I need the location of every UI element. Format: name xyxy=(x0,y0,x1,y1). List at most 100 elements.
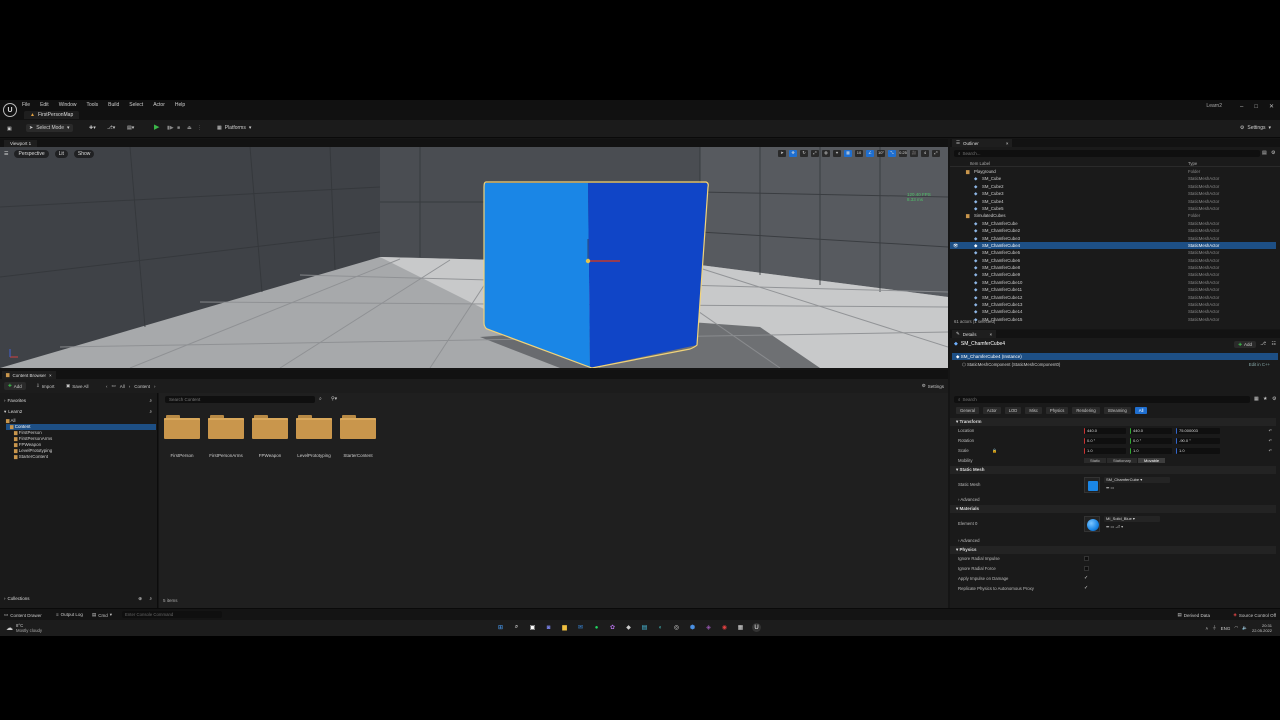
menu-file[interactable]: File xyxy=(22,102,30,108)
back-icon[interactable]: ‹ xyxy=(106,384,108,389)
weather-widget[interactable]: ☁ 8°C Mostly cloudy xyxy=(6,623,42,633)
folder-tile-levelprototyping[interactable]: LevelPrototyping xyxy=(295,413,333,473)
path-content[interactable]: Content xyxy=(134,384,150,389)
search-icon[interactable]: ⌕ xyxy=(319,396,322,402)
filter-icon[interactable]: ⚲▾ xyxy=(331,396,337,402)
search-icon[interactable]: ⌕ xyxy=(149,409,152,414)
outliner-row[interactable]: ◆ SM_Cube4 StaticMeshActor xyxy=(950,198,1276,205)
filter-icon[interactable]: ▤ xyxy=(1262,150,1267,156)
outliner-search-input[interactable]: ⌕ Search... xyxy=(954,150,1260,157)
outliner-row[interactable]: ▆ SimulatedCubes Folder xyxy=(950,212,1276,219)
show-button[interactable]: Show xyxy=(73,150,95,158)
details-search-input[interactable]: ⌕ Search xyxy=(954,396,1250,403)
app-icon[interactable]: ◎ xyxy=(672,623,681,632)
close-icon[interactable]: × xyxy=(1006,141,1009,146)
outliner-tab[interactable]: ☰ Outliner × xyxy=(952,139,1013,147)
spotify-icon[interactable]: ● xyxy=(592,623,601,632)
column-type-header[interactable]: Type xyxy=(1188,161,1197,166)
outliner-row[interactable]: ◆ SM_ChamferCube4 StaticMeshActor 👁 xyxy=(950,241,1276,250)
clock[interactable]: 20:31 22.05.2022 xyxy=(1252,623,1272,633)
scale-z-input[interactable]: 1.0 xyxy=(1176,448,1220,454)
rotation-value[interactable]: 10° xyxy=(877,150,885,157)
folder-tile-fpweapon[interactable]: FPWeapon xyxy=(251,413,289,473)
usb-icon[interactable]: ⏚ xyxy=(1212,625,1217,631)
menu-window[interactable]: Window xyxy=(59,102,77,108)
transform-section[interactable]: ▾ Transform xyxy=(950,418,1276,426)
component-root[interactable]: ◆ SM_ChamferCube4 (Instance) xyxy=(952,353,1278,360)
scale-snap-icon[interactable]: ⤡ xyxy=(888,150,896,157)
minimize-icon[interactable]: – xyxy=(1240,104,1243,110)
app-icon[interactable]: ◐ xyxy=(656,623,665,632)
filter-tab-all[interactable]: All xyxy=(1134,407,1148,414)
outliner-row[interactable]: ◆ SM_Cube2 StaticMeshActor xyxy=(950,183,1276,190)
checkbox[interactable] xyxy=(1084,556,1089,561)
material-picker[interactable]: MI_Solid_Blue ▾ xyxy=(1104,516,1160,522)
add-button[interactable]: ✚ Add xyxy=(4,382,26,390)
wifi-icon[interactable]: ◠ xyxy=(1234,625,1238,631)
outliner-row[interactable]: ◆ SM_Cube StaticMeshActor xyxy=(950,175,1276,182)
source-control-button[interactable]: ◈ Source Control Off xyxy=(1233,612,1276,618)
outliner-row[interactable]: ◆ SM_ChamferCube5 StaticMeshActor xyxy=(950,249,1276,256)
outliner-row[interactable]: ◆ SM_ChamferCube10 StaticMeshActor xyxy=(950,279,1276,286)
mesh-thumbnail[interactable] xyxy=(1084,477,1100,493)
windows-start-icon[interactable]: ⊞ xyxy=(496,623,505,632)
column-label-header[interactable]: Item Label xyxy=(970,161,990,166)
outliner-row[interactable]: ◆ SM_ChamferCube15 StaticMeshActor xyxy=(950,316,1276,323)
rotation-label[interactable]: Rotation xyxy=(958,438,974,443)
mail-icon[interactable]: ✉ xyxy=(576,623,585,632)
rotation-z-input[interactable]: -90.0 ° xyxy=(1176,438,1220,444)
app-icon[interactable]: ◆ xyxy=(624,623,633,632)
menu-tools[interactable]: Tools xyxy=(86,102,98,108)
filter-tab-rendering[interactable]: Rendering xyxy=(1072,407,1100,414)
location-label[interactable]: Location xyxy=(958,428,974,433)
filter-tab-lod[interactable]: LOD xyxy=(1004,407,1022,414)
filter-tab-streaming[interactable]: Streaming xyxy=(1103,407,1131,414)
reset-icon[interactable]: ↶ xyxy=(1269,428,1272,433)
location-z-input[interactable]: 75.000003 xyxy=(1176,428,1220,434)
outliner-row[interactable]: ◆ SM_Cube3 StaticMeshActor xyxy=(950,190,1276,197)
folder-tile-firstpersonarms[interactable]: FirstPersonArms xyxy=(207,413,245,473)
menu-actor[interactable]: Actor xyxy=(153,102,165,108)
folder-tile-firstperson[interactable]: FirstPerson xyxy=(163,413,201,473)
close-icon[interactable]: × xyxy=(49,373,52,378)
grid-value[interactable]: 10 xyxy=(855,150,863,157)
filter-tab-physics[interactable]: Physics xyxy=(1045,407,1069,414)
content-settings-button[interactable]: ⚙ Settings xyxy=(922,383,944,389)
search-icon[interactable]: ⌕ xyxy=(512,623,521,632)
static-mesh-picker[interactable]: SM_ChamferCube ▾ xyxy=(1104,477,1170,483)
menu-build[interactable]: Build xyxy=(108,102,119,108)
volume-icon[interactable]: 🔈 xyxy=(1242,625,1248,631)
list-icon[interactable]: ☷ xyxy=(1272,341,1276,347)
outliner-row[interactable]: ◆ SM_ChamferCube14 StaticMeshActor xyxy=(950,308,1276,315)
outliner-row[interactable]: ◆ SM_ChamferCube11 StaticMeshActor xyxy=(950,286,1276,293)
app-icon[interactable]: ◈ xyxy=(704,623,713,632)
app-icon[interactable]: ⬢ xyxy=(688,623,697,632)
file-explorer-icon[interactable]: ▆ xyxy=(560,623,569,632)
close-icon[interactable]: ✕ xyxy=(1269,103,1274,110)
menu-help[interactable]: Help xyxy=(175,102,185,108)
grid-snap-icon[interactable]: ▦ xyxy=(844,150,852,157)
outliner-row[interactable]: ◆ SM_ChamferCube3 StaticMeshActor xyxy=(950,235,1276,242)
lit-button[interactable]: Lit xyxy=(54,150,68,158)
save-icon[interactable]: ▣ xyxy=(4,125,15,133)
location-y-input[interactable]: 440.0 xyxy=(1130,428,1172,434)
checkbox-checked[interactable]: ✓ xyxy=(1084,585,1088,591)
search-icon[interactable]: ⌕ xyxy=(149,596,152,601)
reset-icon[interactable]: ↶ xyxy=(1269,448,1272,453)
filter-tab-actor[interactable]: Actor xyxy=(982,407,1001,414)
hamburger-icon[interactable]: ☰ xyxy=(4,151,8,157)
search-icon[interactable]: ⌕ xyxy=(149,398,152,403)
translate-icon[interactable]: ✥ xyxy=(789,150,797,157)
app-icon[interactable]: ✿ xyxy=(608,623,617,632)
world-icon[interactable]: ◍ xyxy=(822,150,830,157)
maximize-icon[interactable]: □ xyxy=(1254,104,1258,110)
outliner-row[interactable]: ◆ SM_ChamferCube8 StaticMeshActor xyxy=(950,264,1276,271)
outliner-row[interactable]: ◆ SM_ChamferCube9 StaticMeshActor xyxy=(950,271,1276,278)
filter-tab-general[interactable]: General xyxy=(956,407,979,414)
plus-icon[interactable]: ⊕ xyxy=(138,596,142,602)
language-indicator[interactable]: ENG xyxy=(1221,626,1231,631)
close-icon[interactable]: × xyxy=(990,332,993,337)
menu-edit[interactable]: Edit xyxy=(40,102,49,108)
visibility-eye-icon[interactable]: 👁 xyxy=(953,242,958,249)
materials-section[interactable]: ▾ Materials xyxy=(950,505,1276,513)
